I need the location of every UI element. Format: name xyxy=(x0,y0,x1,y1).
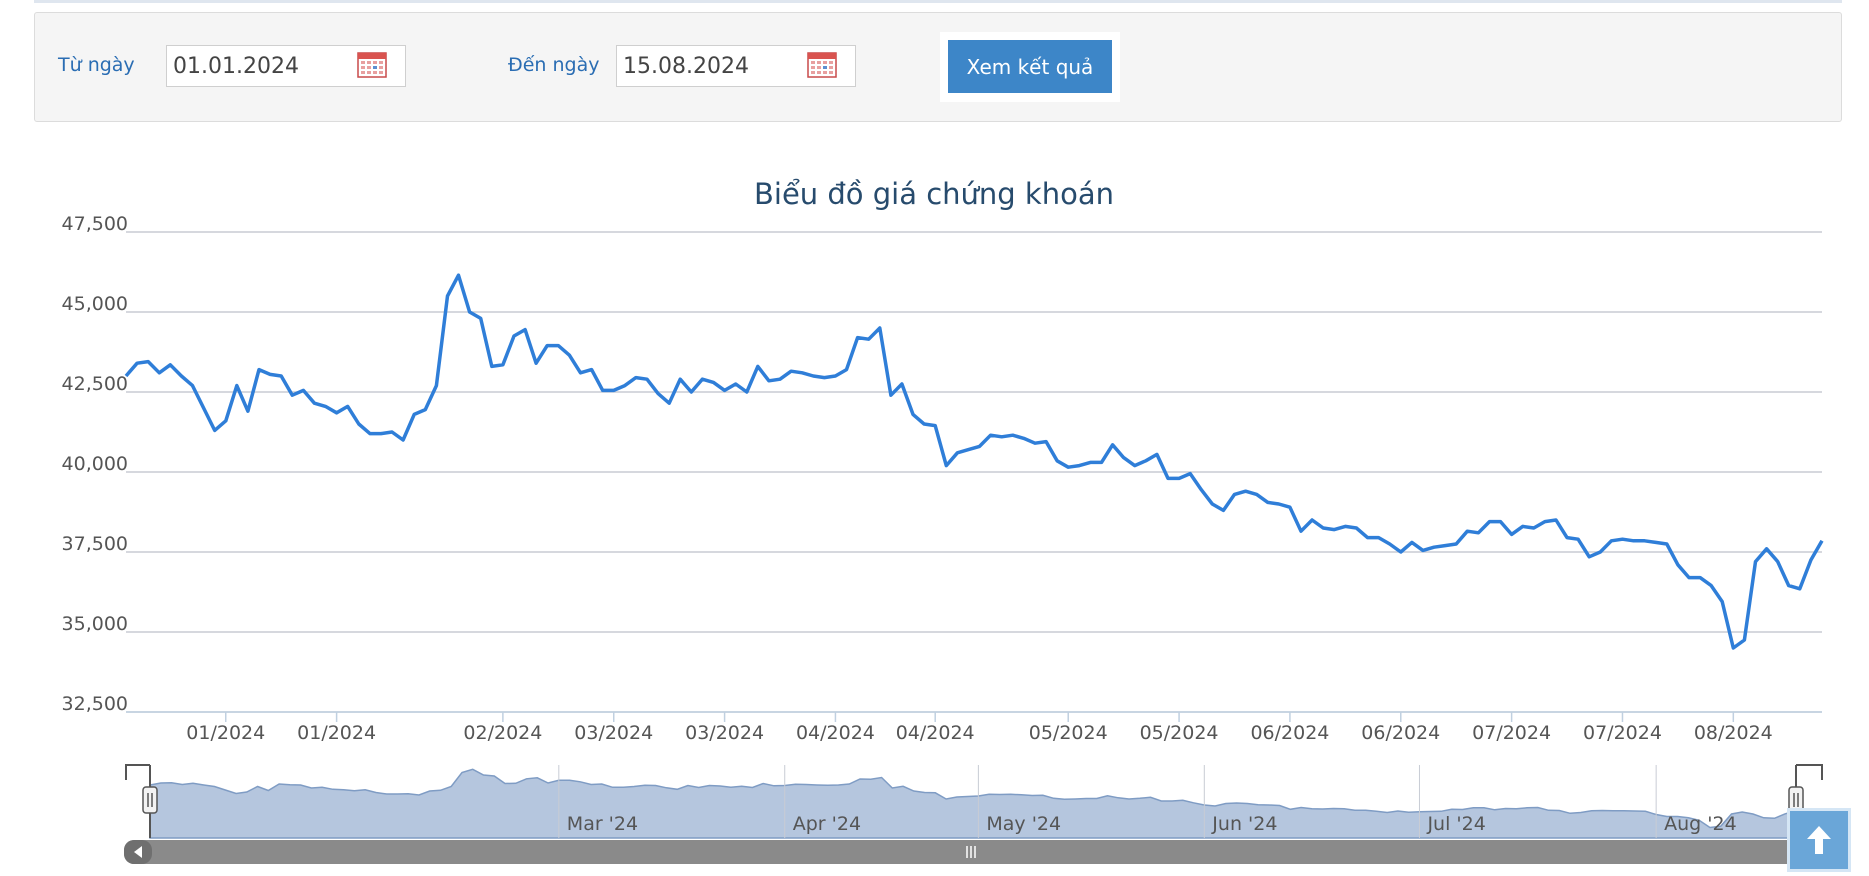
to-date-label: Đến ngày xyxy=(508,54,600,76)
x-tick-label: 01/2024 xyxy=(297,722,376,744)
x-tick-label: 06/2024 xyxy=(1361,722,1440,744)
x-tick-label: 05/2024 xyxy=(1140,722,1219,744)
scrollbar-track[interactable] xyxy=(124,840,1824,864)
navigator-label: Mar '24 xyxy=(567,813,638,835)
calendar-icon[interactable] xyxy=(357,50,387,78)
x-tick-label: 08/2024 xyxy=(1694,722,1773,744)
navigator-label: May '24 xyxy=(986,813,1061,835)
x-tick-label: 03/2024 xyxy=(574,722,653,744)
arrow-up-icon xyxy=(1807,826,1831,854)
y-tick-label: 35,000 xyxy=(62,613,128,635)
y-tick-label: 40,000 xyxy=(62,453,128,475)
x-tick-label: 07/2024 xyxy=(1472,722,1551,744)
navigator-label: Apr '24 xyxy=(793,813,861,835)
x-tick-label: 05/2024 xyxy=(1029,722,1108,744)
price-line xyxy=(124,273,1824,650)
x-tick-label: 04/2024 xyxy=(796,722,875,744)
y-tick-label: 42,500 xyxy=(62,373,128,395)
y-tick-label: 47,500 xyxy=(62,213,128,235)
submit-button-frame: Xem kết quả xyxy=(940,32,1120,102)
x-tick-label: 04/2024 xyxy=(896,722,975,744)
scroll-to-top-button[interactable] xyxy=(1787,808,1851,872)
chart-title: Biểu đồ giá chứng khoán xyxy=(754,177,1114,211)
y-tick-label: 37,500 xyxy=(62,533,128,555)
stock-price-chart: Biểu đồ giá chứng khoán 47,500 45,000 42,5… xyxy=(62,177,1824,864)
x-tick-label: 03/2024 xyxy=(685,722,764,744)
x-tick-label: 01/2024 xyxy=(186,722,265,744)
x-tick-label: 06/2024 xyxy=(1250,722,1329,744)
from-date-label: Từ ngày xyxy=(58,54,135,76)
x-tick-label: 07/2024 xyxy=(1583,722,1662,744)
y-tick-label: 32,500 xyxy=(62,693,128,715)
x-tick-label: 02/2024 xyxy=(463,722,542,744)
top-divider xyxy=(34,0,1842,3)
view-results-button[interactable]: Xem kết quả xyxy=(948,40,1112,93)
navigator-label: Aug '24 xyxy=(1664,813,1737,835)
y-tick-label: 45,000 xyxy=(62,293,128,315)
calendar-icon[interactable] xyxy=(807,50,837,78)
navigator-label: Jul '24 xyxy=(1426,813,1485,835)
navigator-label: Jun '24 xyxy=(1211,813,1277,835)
handle-grip[interactable] xyxy=(142,786,158,814)
